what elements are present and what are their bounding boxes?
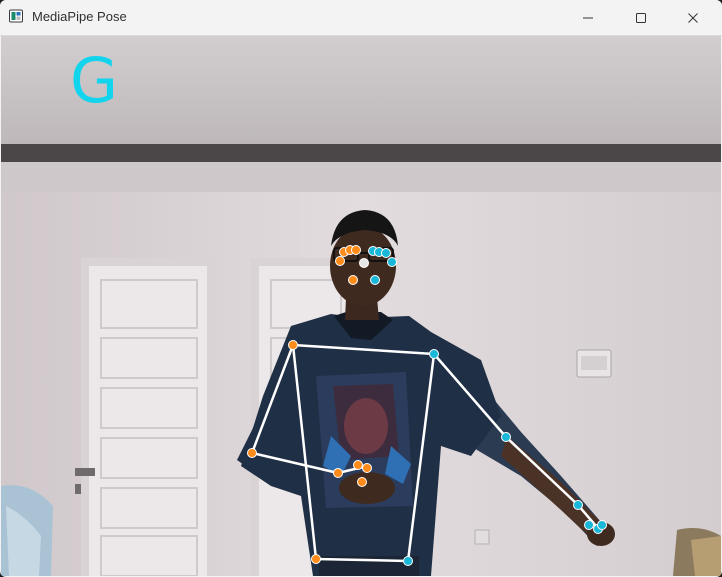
landmark-left-pinky	[353, 460, 363, 470]
app-window: MediaPipe Pose G	[0, 0, 722, 577]
landmark-left-ear	[335, 256, 345, 266]
landmark-mouth-right	[370, 275, 380, 285]
landmark-mouth-left	[348, 275, 358, 285]
maximize-button[interactable]	[618, 0, 664, 35]
close-button[interactable]	[670, 0, 716, 35]
landmark-nose	[359, 258, 369, 268]
landmark-left-thumb	[357, 477, 367, 487]
landmark-right-ear	[387, 257, 397, 267]
right-object	[673, 528, 721, 576]
landmark-left-wrist	[333, 468, 343, 478]
landmark-right-pinky	[584, 520, 594, 530]
title-bar[interactable]: MediaPipe Pose	[0, 0, 722, 36]
minimize-button[interactable]	[565, 0, 611, 35]
minimize-icon	[583, 17, 593, 18]
close-icon	[688, 12, 698, 23]
landmark-left-shoulder	[288, 340, 298, 350]
landmark-right-thumb	[597, 520, 607, 530]
landmark-right-shoulder	[429, 349, 439, 359]
landmark-right-wrist	[573, 500, 583, 510]
window-title: MediaPipe Pose	[32, 9, 127, 24]
fabric-object	[1, 485, 53, 576]
landmark-left-elbow	[247, 448, 257, 458]
camera-scene	[1, 36, 721, 576]
cornice	[1, 162, 721, 192]
landmark-right-eye-outer	[381, 248, 391, 258]
landmark-right-hip	[403, 556, 413, 566]
ceiling-shadow	[1, 144, 721, 162]
left-door	[75, 258, 214, 576]
window-app-icon	[9, 9, 23, 23]
camera-feed: G	[1, 36, 721, 576]
landmark-left-hip	[311, 554, 321, 564]
maximize-icon	[636, 12, 646, 23]
landmark-right-elbow	[501, 432, 511, 442]
wall-outlet	[474, 529, 490, 545]
landmark-left-index	[362, 463, 372, 473]
gesture-label: G	[70, 44, 119, 117]
landmark-left-eye-inner	[351, 245, 361, 255]
wall-switch-plate	[581, 356, 607, 370]
